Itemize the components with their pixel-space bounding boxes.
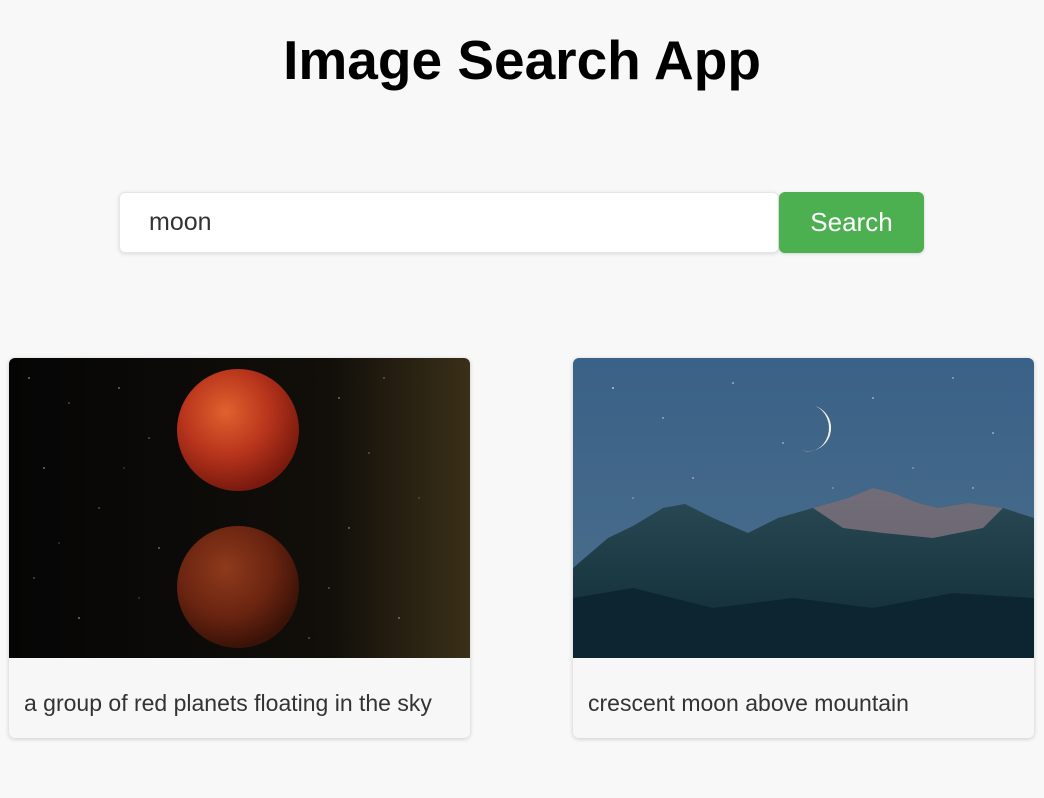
search-form: Search [119,192,924,253]
result-caption: a group of red planets floating in the s… [24,690,432,716]
red-planets-image [9,358,470,658]
red-moon-lower [177,526,299,648]
result-card[interactable]: crescent moon above mountain [573,358,1034,738]
search-input[interactable] [119,192,779,253]
page-title: Image Search App [283,29,761,91]
result-card[interactable]: a group of red planets floating in the s… [9,358,470,738]
search-button[interactable]: Search [779,192,924,253]
red-moon-upper [177,369,299,491]
crescent-moon-image [573,358,1034,658]
result-caption: crescent moon above mountain [588,690,909,716]
app-root: Image Search App Search [0,0,1044,798]
